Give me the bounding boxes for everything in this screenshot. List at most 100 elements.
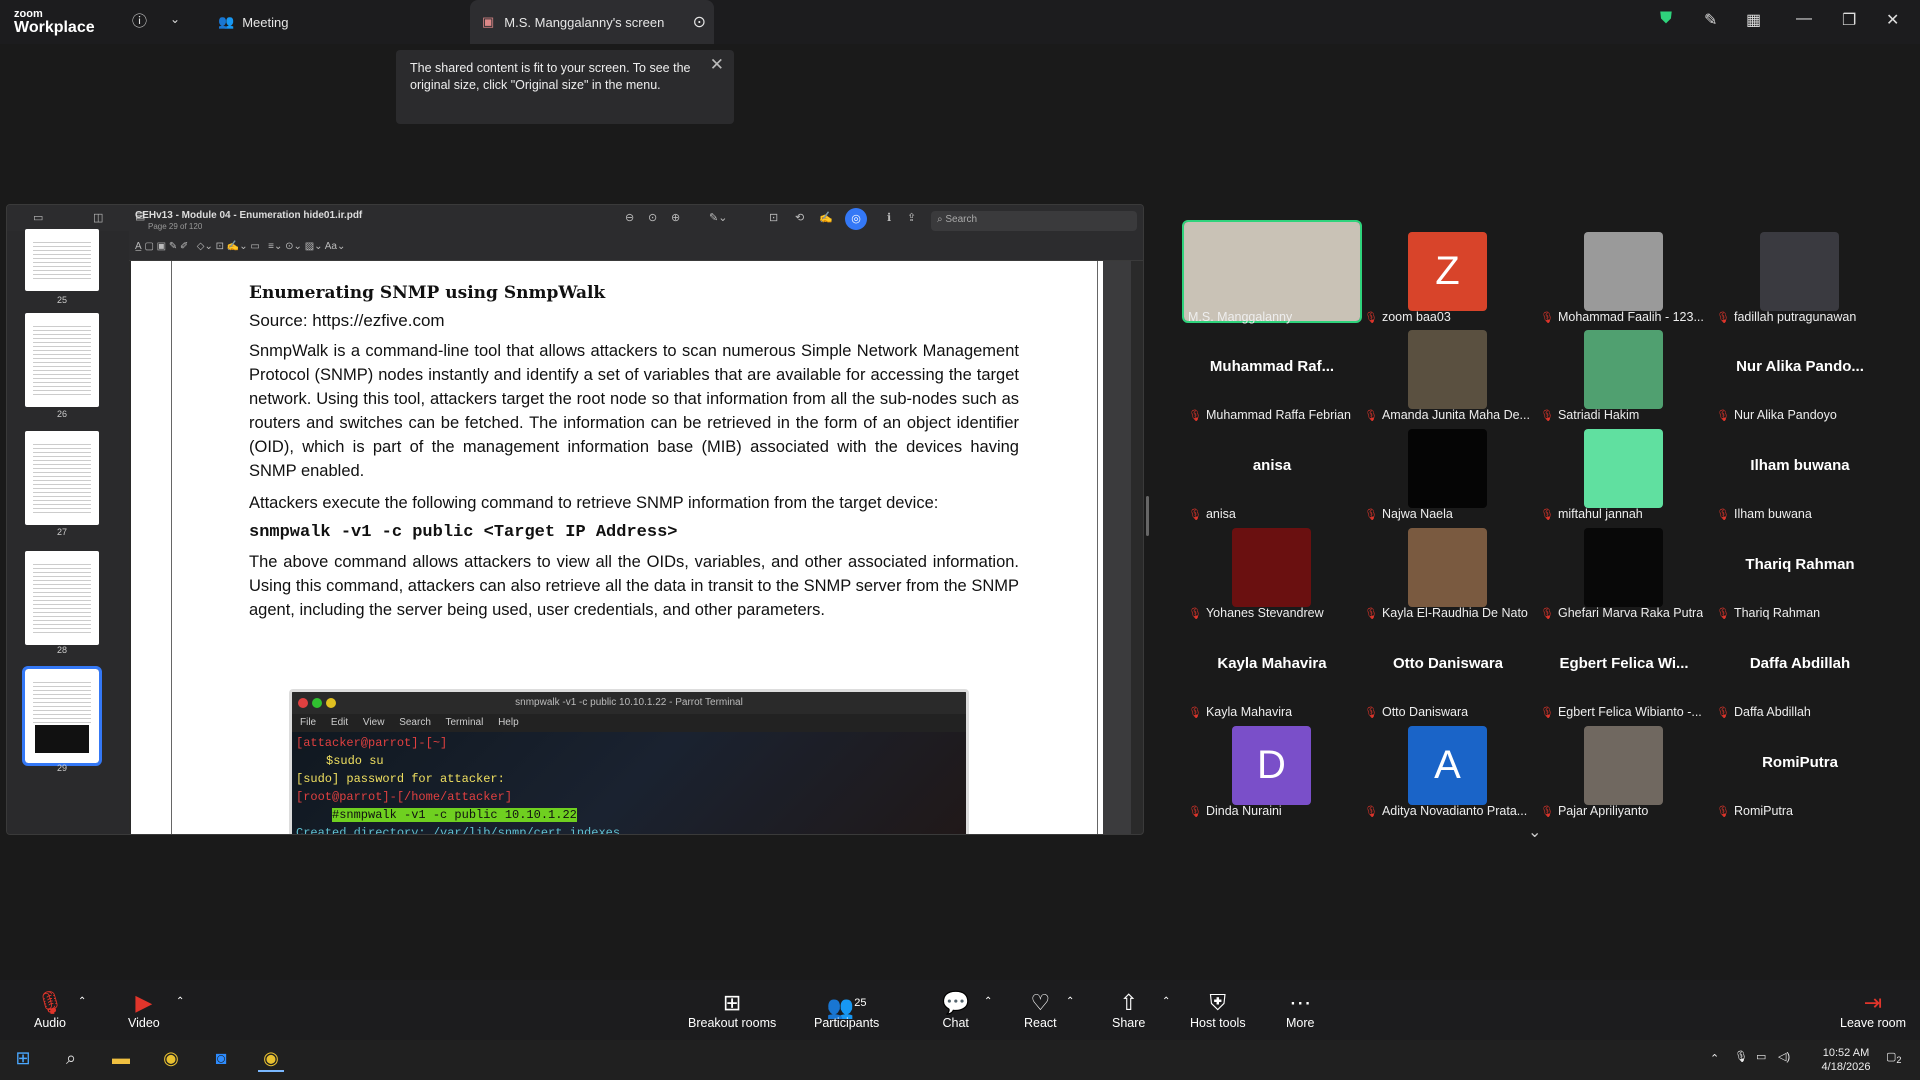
more-button[interactable]: ⋯ More: [1286, 990, 1314, 1030]
text-tool-icon[interactable]: A̲ ▢ ▣ ✎ ✐ ◇⌄ ⊡ ✍⌄ ▭ ≡⌄ ⊙⌄ ▨⌄ Aa⌄: [135, 241, 345, 252]
close-toast-icon[interactable]: ✕: [710, 56, 724, 73]
terminal-menu: File Edit View Search Terminal Help: [292, 714, 966, 732]
video-label: Video: [128, 1016, 160, 1030]
chat-button[interactable]: 💬 Chat: [942, 990, 969, 1030]
volume-icon[interactable]: ◁): [1778, 1050, 1790, 1064]
notifications-icon[interactable]: ▢2: [1886, 1050, 1902, 1067]
participant-tile[interactable]: Ilham buwana 🎙 Ilham buwana: [1712, 419, 1888, 521]
host-tools-label: Host tools: [1190, 1016, 1246, 1030]
share-button[interactable]: ⇧ Share: [1112, 990, 1145, 1030]
thumbnail-page[interactable]: [25, 313, 99, 407]
splitter-handle[interactable]: [1146, 496, 1149, 536]
participant-tile[interactable]: 🎙 Kayla El-Raudhia De Nato: [1360, 518, 1536, 620]
restore-icon[interactable]: ❐: [1842, 10, 1856, 30]
zoom-fit-icon[interactable]: ⊙: [648, 211, 657, 224]
react-label: React: [1024, 1016, 1057, 1030]
host-tools-button[interactable]: ⛨ Host tools: [1190, 990, 1246, 1030]
react-button[interactable]: ♡ React: [1024, 990, 1057, 1030]
participant-tile[interactable]: 🎙 Yohanes Stevandrew: [1184, 518, 1360, 620]
participant-tile[interactable]: Muhammad Raf... 🎙 Muhammad Raffa Febrian: [1184, 320, 1360, 422]
participant-tile[interactable]: Daffa Abdillah 🎙 Daffa Abdillah: [1712, 617, 1888, 719]
zoom-in-icon[interactable]: ⊕: [671, 211, 680, 224]
search-placeholder: Search: [945, 214, 978, 225]
share-caret-icon[interactable]: ⌃: [1162, 996, 1170, 1007]
participant-tile[interactable]: Z 🎙 zoom baa03: [1360, 222, 1536, 324]
participant-tile[interactable]: 🎙 Ghefari Marva Raka Putra: [1536, 518, 1712, 620]
react-caret-icon[interactable]: ⌃: [1066, 996, 1074, 1007]
tray-chevron-icon[interactable]: ⌃: [1710, 1052, 1719, 1066]
chevron-down-icon[interactable]: ⌄: [170, 12, 180, 26]
participant-tile[interactable]: Thariq Rahman 🎙 Thariq Rahman: [1712, 518, 1888, 620]
terminal-menu-item: Terminal: [445, 717, 484, 728]
participant-tile[interactable]: Kayla Mahavira 🎙 Kayla Mahavira: [1184, 617, 1360, 719]
gallery-next-page-icon[interactable]: ⌄: [1528, 822, 1541, 842]
thumbnail-number: 25: [56, 295, 67, 305]
participant-tile[interactable]: 🎙 Pajar Apriliyanto: [1536, 716, 1712, 818]
meeting-tab[interactable]: 👥 Meeting: [218, 0, 288, 44]
participants-label: Participants: [814, 1016, 880, 1030]
windows-start-icon[interactable]: ⊞: [10, 1048, 36, 1072]
annotate-icon[interactable]: ✎: [1704, 10, 1717, 30]
view-icon[interactable]: ◫: [93, 211, 103, 224]
rotate-icon[interactable]: ⟲: [795, 211, 804, 224]
participant-tile[interactable]: 🎙 fadillah putragunawan: [1712, 222, 1888, 324]
video-options-caret-icon[interactable]: ⌃: [176, 996, 184, 1007]
markup-pen-icon[interactable]: ✎⌄: [709, 211, 727, 224]
participant-tile[interactable]: 🎙 Najwa Naela: [1360, 419, 1536, 521]
thumbnail-page[interactable]: [25, 551, 99, 645]
participant-tile[interactable]: A 🎙 Aditya Novadianto Prata...: [1360, 716, 1536, 818]
mic-muted-icon: 🎙: [1540, 806, 1554, 818]
search-icon[interactable]: ⌕: [58, 1048, 84, 1072]
shield-icon[interactable]: ⛊: [1660, 10, 1672, 28]
minimize-icon[interactable]: —: [1796, 10, 1812, 28]
audio-options-caret-icon[interactable]: ⌃: [78, 996, 86, 1007]
highlight-icon[interactable]: ◎: [845, 208, 867, 230]
sign-icon[interactable]: ✍: [819, 211, 833, 224]
participant-tile[interactable]: Egbert Felica Wi... 🎙 Egbert Felica Wibian…: [1536, 617, 1712, 719]
participant-tile[interactable]: 🎙 Satriadi Hakim: [1536, 320, 1712, 422]
audio-button[interactable]: 🎙 Audio: [34, 990, 66, 1030]
participant-tile[interactable]: D 🎙 Dinda Nuraini: [1184, 716, 1360, 818]
file-explorer-icon[interactable]: ▬: [108, 1048, 134, 1072]
terminal-menu-item: File: [300, 717, 317, 728]
share-icon[interactable]: ⇪: [907, 211, 916, 224]
breakout-label: Breakout rooms: [688, 1016, 777, 1030]
info-icon[interactable]: ⓘ: [132, 10, 147, 31]
layout-icon[interactable]: ▦: [1746, 10, 1761, 30]
crop-icon[interactable]: ⊡: [769, 211, 778, 224]
network-icon[interactable]: ▭: [1756, 1050, 1766, 1064]
sidebar-toggle-icon[interactable]: ▭: [33, 211, 43, 224]
participant-tile[interactable]: 🎙 Mohammad Faalih - 123...: [1536, 222, 1712, 324]
participant-tile[interactable]: Otto Daniswara 🎙 Otto Daniswara: [1360, 617, 1536, 719]
participant-video: [1584, 726, 1663, 805]
meeting-toolbar: 🎙 Audio ⌃ ▶ Video ⌃ ⊞ Breakout rooms 👥25…: [0, 980, 1920, 1040]
participant-tile[interactable]: 🎙 Amanda Junita Maha De...: [1360, 320, 1536, 422]
video-button[interactable]: ▶ Video: [128, 990, 160, 1030]
participant-tile[interactable]: anisa 🎙 anisa: [1184, 419, 1360, 521]
breakout-rooms-button[interactable]: ⊞ Breakout rooms: [688, 990, 776, 1030]
zoom-out-icon[interactable]: ⊖: [625, 211, 634, 224]
participants-button[interactable]: 👥25 Participants: [814, 990, 879, 1030]
react-icon: ♡: [1030, 990, 1051, 1015]
leave-room-button[interactable]: ⇥ Leave room: [1840, 990, 1906, 1030]
participant-tile[interactable]: M.S. Manggalanny: [1182, 220, 1362, 324]
thumbnail-page[interactable]: [25, 229, 99, 291]
chrome-active-icon[interactable]: ◉: [258, 1048, 284, 1072]
info-icon[interactable]: ℹ: [887, 211, 891, 224]
more-options-icon[interactable]: ⊙: [693, 12, 706, 32]
thumbnail-number: 26: [56, 409, 67, 419]
chrome-icon[interactable]: ◉: [158, 1048, 184, 1072]
mic-tray-icon[interactable]: 🎙: [1734, 1050, 1748, 1064]
zoom-app-icon[interactable]: ◙: [208, 1048, 234, 1072]
screen-share-tab[interactable]: ▣ M.S. Manggalanny's screen ⊙: [470, 0, 714, 44]
pdf-search-field[interactable]: ⌕ Search: [931, 211, 1137, 231]
chat-caret-icon[interactable]: ⌃: [984, 996, 992, 1007]
clock[interactable]: 10:52 AM 4/18/2026: [1810, 1046, 1882, 1074]
participants-icon: 👥25: [826, 994, 867, 1020]
close-icon[interactable]: ✕: [1886, 10, 1899, 30]
thumbnail-page-selected[interactable]: [22, 666, 102, 766]
thumbnail-page[interactable]: [25, 431, 99, 525]
participant-tile[interactable]: 🎙 miftahul jannah: [1536, 419, 1712, 521]
participant-tile[interactable]: Nur Alika Pando... 🎙 Nur Alika Pandoyo: [1712, 320, 1888, 422]
participant-tile[interactable]: RomiPutra 🎙 RomiPutra: [1712, 716, 1888, 818]
